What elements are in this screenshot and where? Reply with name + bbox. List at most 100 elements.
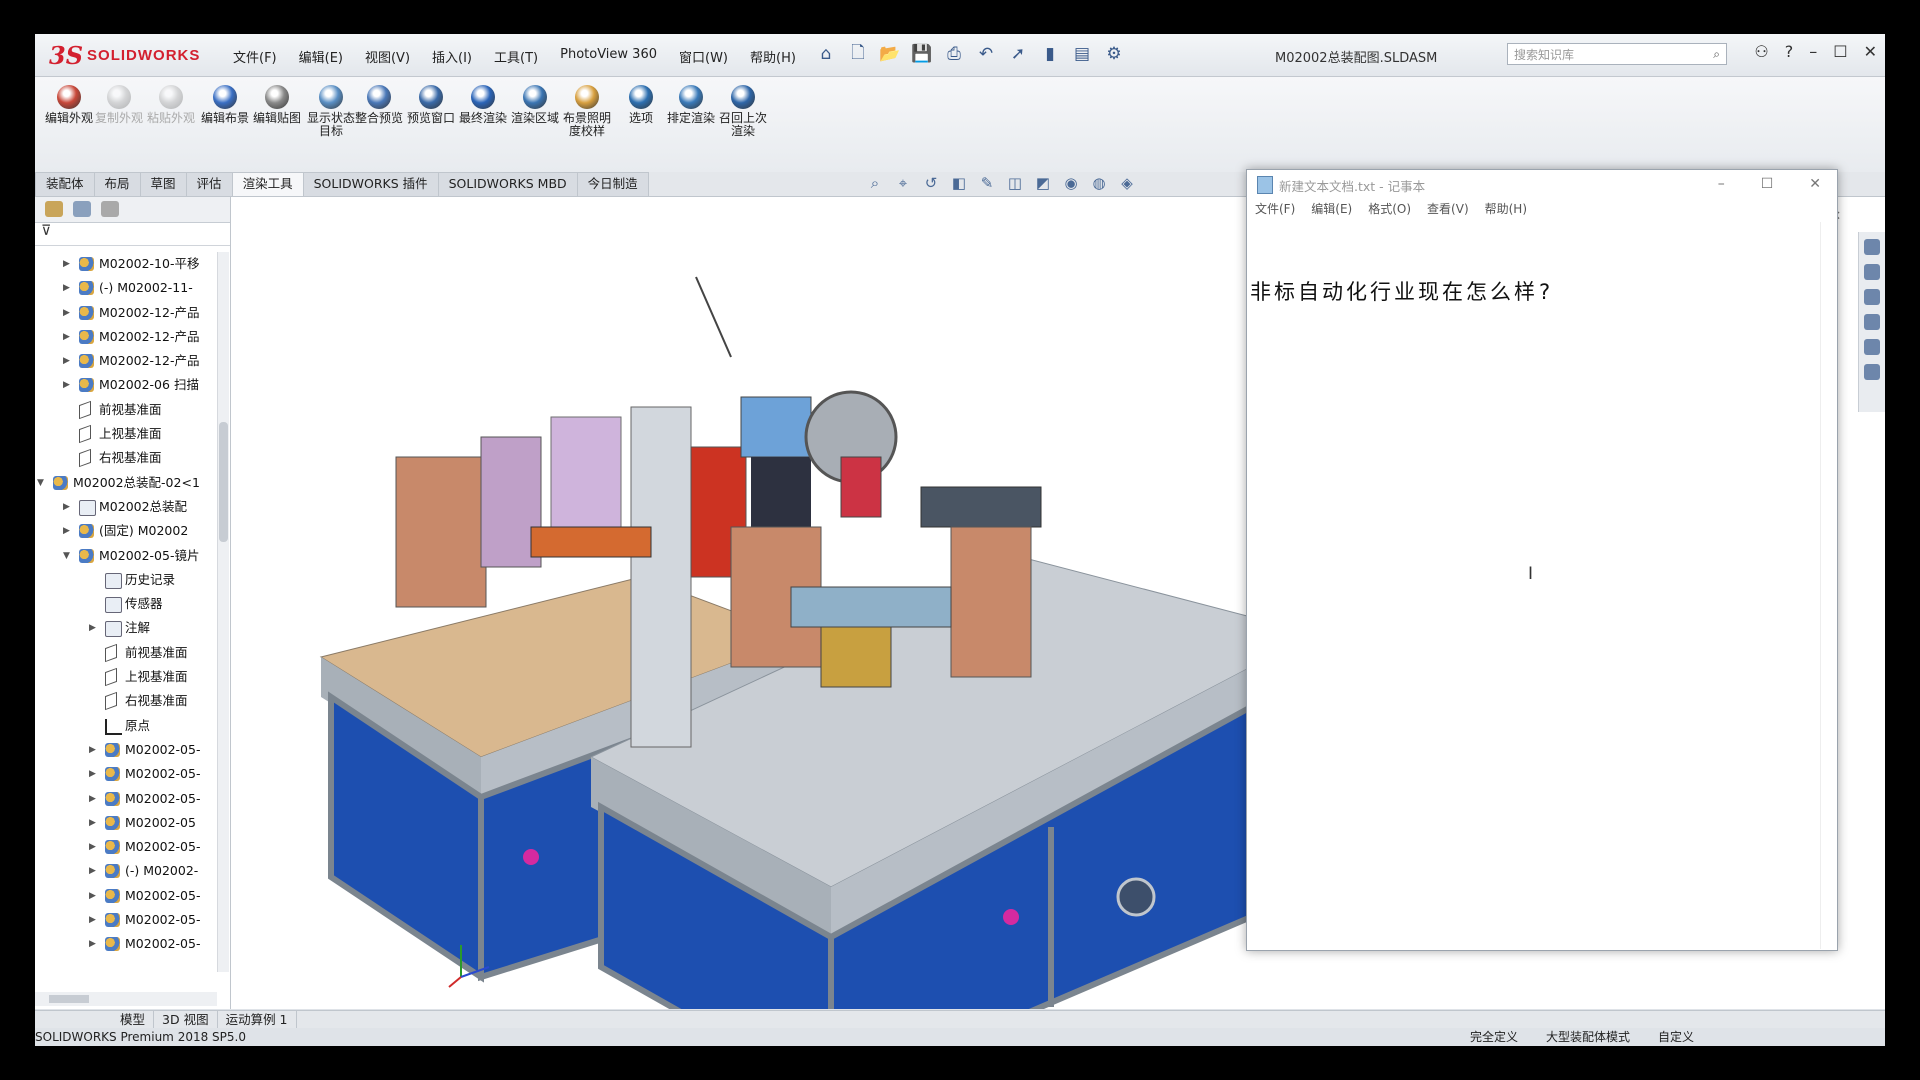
view-palette-icon[interactable] [1864,314,1880,330]
minimize-icon[interactable]: – [1809,42,1817,61]
tree-node[interactable]: ▶ M02002-05- [35,908,215,932]
configuration-tab-icon[interactable] [101,201,119,217]
solidworks-logo[interactable]: 3S SOLIDWORKS [49,40,200,70]
command-button[interactable]: 粘贴外观 [145,85,197,125]
file-properties-icon[interactable]: ▤ [1071,42,1093,66]
tree-node[interactable]: ▶ M02002-05- [35,884,215,908]
expand-arrow-icon[interactable]: ▶ [89,859,96,883]
menu-item[interactable]: 帮助(H) [750,47,796,66]
expand-arrow-icon[interactable]: ▶ [89,738,96,762]
notepad-window[interactable]: 新建文本文档.txt - 记事本 – ☐ ✕ 文件(F) 编辑(E) 格式(O) 查看… [1246,169,1838,951]
scroll-thumb[interactable] [219,422,228,542]
expand-arrow-icon[interactable]: ▶ [63,495,70,519]
bottom-tab[interactable]: 运动算例 1 [218,1011,297,1028]
tree-node[interactable]: ▼ M02002总装配-02<1 [35,471,215,495]
tree-node[interactable]: ▶ M02002-12-产品 [35,349,215,373]
hide-show-icon[interactable]: ◉ [1061,174,1081,194]
apply-scene-icon[interactable]: ◈ [1117,174,1137,194]
expand-arrow-icon[interactable]: ▶ [63,252,70,276]
display-style-icon[interactable]: ◩ [1033,174,1053,194]
expand-arrow-icon[interactable]: ▶ [63,325,70,349]
menu-item[interactable]: 工具(T) [494,47,538,66]
notepad-menu-item[interactable]: 格式(O) [1368,200,1411,222]
tree-node[interactable]: ▶ M02002-05- [35,932,215,956]
tree-node[interactable]: 右视基准面 [35,689,215,713]
expand-arrow-icon[interactable]: ▶ [63,349,70,373]
zoom-area-icon[interactable]: ⌖ [893,174,913,194]
expand-arrow-icon[interactable]: ▶ [89,908,96,932]
tab[interactable]: 评估 [185,172,233,196]
tree-node[interactable]: ▶ M02002-12-产品 [35,301,215,325]
expand-arrow-icon[interactable]: ▶ [63,373,70,397]
expand-arrow-icon[interactable]: ▶ [89,835,96,859]
menu-item[interactable]: 窗口(W) [679,47,728,66]
tree-node[interactable]: ▶ (-) M02002-11- [35,276,215,300]
menu-item[interactable]: PhotoView 360 [560,47,657,66]
expand-arrow-icon[interactable]: ▶ [89,884,96,908]
custom-properties-icon[interactable] [1864,364,1880,380]
close-icon[interactable]: ✕ [1864,42,1877,61]
tab[interactable]: SOLIDWORKS 插件 [302,172,439,196]
tree-node[interactable]: 原点 [35,714,215,738]
tree-horizontal-scrollbar[interactable] [35,992,217,1006]
collapse-arrow-icon[interactable]: ▼ [63,544,70,568]
command-button[interactable]: 整合预览 [353,85,405,125]
tree-node[interactable]: 历史记录 [35,568,215,592]
notepad-menu-item[interactable]: 编辑(E) [1311,200,1352,222]
tab[interactable]: 今日制造 [576,172,649,196]
notepad-menu-item[interactable]: 帮助(H) [1485,200,1527,222]
collapse-arrow-icon[interactable]: ▼ [37,471,44,495]
tab[interactable]: SOLIDWORKS MBD [437,172,578,196]
previous-view-icon[interactable]: ↺ [921,174,941,194]
tab[interactable]: 布局 [93,172,141,196]
command-button[interactable]: 预览窗口 [405,85,457,125]
expand-arrow-icon[interactable]: ▶ [89,787,96,811]
expand-arrow-icon[interactable]: ▶ [63,301,70,325]
notepad-minimize-icon[interactable]: – [1718,176,1725,192]
property-manager-tab-icon[interactable] [73,201,91,217]
expand-arrow-icon[interactable]: ▶ [89,811,96,835]
menu-item[interactable]: 视图(V) [365,47,410,66]
tab[interactable]: 渲染工具 [231,172,304,196]
options-gear-icon[interactable]: ⚙ [1103,42,1125,66]
bottom-tab[interactable]: 3D 视图 [154,1011,218,1028]
file-explorer-icon[interactable] [1864,289,1880,305]
appearances-icon[interactable] [1864,339,1880,355]
design-library-icon[interactable] [1864,264,1880,280]
menu-item[interactable]: 编辑(E) [299,47,343,66]
user-icon[interactable]: ⚇ [1754,42,1768,61]
scroll-thumb-h[interactable] [49,995,89,1003]
command-button[interactable]: 布景照明度校样 [561,85,613,138]
save-icon[interactable]: 💾 [911,42,933,66]
notepad-maximize-icon[interactable]: ☐ [1761,176,1774,192]
tree-node[interactable]: ▼ M02002-05-镜片 [35,544,215,568]
notepad-menu-item[interactable]: 文件(F) [1255,200,1295,222]
dynamic-annotation-icon[interactable]: ✎ [977,174,997,194]
undo-icon[interactable]: ↶ [975,42,997,66]
bottom-tab[interactable]: 模型 [112,1011,155,1028]
help-icon[interactable]: ? [1785,42,1794,61]
tree-vertical-scrollbar[interactable] [217,252,229,972]
tree-node[interactable]: 前视基准面 [35,641,215,665]
tree-node[interactable]: 传感器 [35,592,215,616]
command-button[interactable]: 编辑布景 [199,85,251,125]
expand-arrow-icon[interactable]: ▶ [89,616,96,640]
tree-node[interactable]: ▶ M02002-10-平移 [35,252,215,276]
tree-node[interactable]: ▶ M02002-05- [35,787,215,811]
select-icon[interactable]: ➚ [1007,42,1029,66]
knowledge-search-input[interactable]: 搜索知识库 ⌕ [1507,43,1727,65]
tree-node[interactable]: 上视基准面 [35,422,215,446]
tree-node[interactable]: ▶ (-) M02002- [35,859,215,883]
view-orientation-icon[interactable]: ◫ [1005,174,1025,194]
status-item[interactable]: 自定义 [1658,1028,1694,1046]
tree-node[interactable]: ▶ M02002-06 扫描 [35,373,215,397]
expand-arrow-icon[interactable]: ▶ [89,932,96,956]
tree-node[interactable]: 右视基准面 [35,446,215,470]
tree-node[interactable]: ▶ M02002总装配 [35,495,215,519]
tree-node[interactable]: ▶ M02002-05- [35,738,215,762]
command-button[interactable]: 复制外观 [93,85,145,125]
resources-icon[interactable] [1864,239,1880,255]
expand-arrow-icon[interactable]: ▶ [63,276,70,300]
search-icon[interactable]: ⌕ [1713,47,1720,62]
notepad-text-content[interactable]: 非标自动化行业现在怎么样? [1250,276,1554,306]
